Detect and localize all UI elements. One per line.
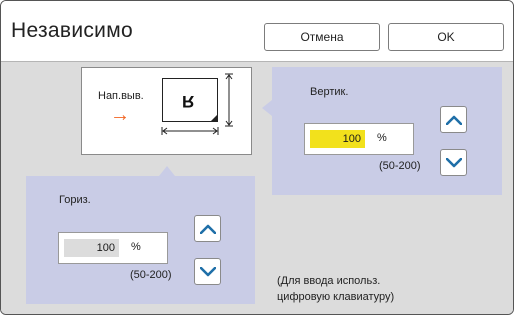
vertical-value: 100 bbox=[310, 130, 365, 148]
vertical-label: Вертик. bbox=[310, 86, 349, 98]
dialog-header: Независимо Отмена OK bbox=[1, 1, 513, 62]
vertical-down-button[interactable] bbox=[440, 149, 467, 176]
chevron-up-icon bbox=[445, 115, 462, 125]
horizontal-up-button[interactable] bbox=[194, 215, 221, 242]
vertical-unit: % bbox=[377, 132, 387, 144]
chevron-up-icon bbox=[199, 224, 216, 234]
ok-button[interactable]: OK bbox=[388, 23, 504, 51]
chevron-down-icon bbox=[199, 266, 216, 276]
output-direction-arrow-icon: → bbox=[110, 104, 130, 126]
keypad-hint-line-2: цифровую клавиатуру) bbox=[277, 291, 395, 303]
vertical-range: (50-200) bbox=[379, 160, 421, 172]
cancel-button[interactable]: Отмена bbox=[264, 23, 380, 51]
vertical-dimension-icon bbox=[225, 73, 233, 127]
output-direction-label: Нап.выв. bbox=[98, 90, 144, 102]
paper-sheet-icon: R bbox=[162, 78, 218, 122]
vertical-panel-pointer bbox=[262, 100, 272, 116]
horizontal-panel-pointer bbox=[159, 166, 175, 176]
output-direction-diagram: Нап.выв. → R bbox=[81, 67, 252, 155]
horizontal-label: Гориз. bbox=[59, 194, 91, 206]
sheet-orientation-letter: R bbox=[182, 92, 195, 111]
vertical-up-button[interactable] bbox=[440, 106, 467, 133]
keypad-hint-line-1: (Для ввода использ. bbox=[277, 275, 381, 287]
horizontal-input[interactable]: 100 % bbox=[58, 232, 168, 264]
dialog-title: Независимо bbox=[11, 19, 133, 42]
horizontal-range: (50-200) bbox=[130, 269, 172, 281]
dialog-body: Вертик. 100 % (50-200) Гориз. 100 % (50-… bbox=[1, 62, 513, 314]
keypad-hint: (Для ввода использ. цифровую клавиатуру) bbox=[277, 273, 394, 305]
horizontal-value: 100 bbox=[64, 239, 119, 257]
sheet-corner bbox=[210, 114, 218, 122]
vertical-input[interactable]: 100 % bbox=[304, 123, 414, 155]
vertical-panel: Вертик. 100 % (50-200) bbox=[272, 67, 502, 195]
horizontal-dimension-icon bbox=[161, 127, 219, 135]
horizontal-unit: % bbox=[131, 241, 141, 253]
horizontal-down-button[interactable] bbox=[194, 258, 221, 285]
chevron-down-icon bbox=[445, 157, 462, 167]
horizontal-panel: Гориз. 100 % (50-200) bbox=[26, 176, 255, 304]
independent-zoom-dialog: Независимо Отмена OK Вертик. 100 % (50-2… bbox=[0, 0, 514, 315]
